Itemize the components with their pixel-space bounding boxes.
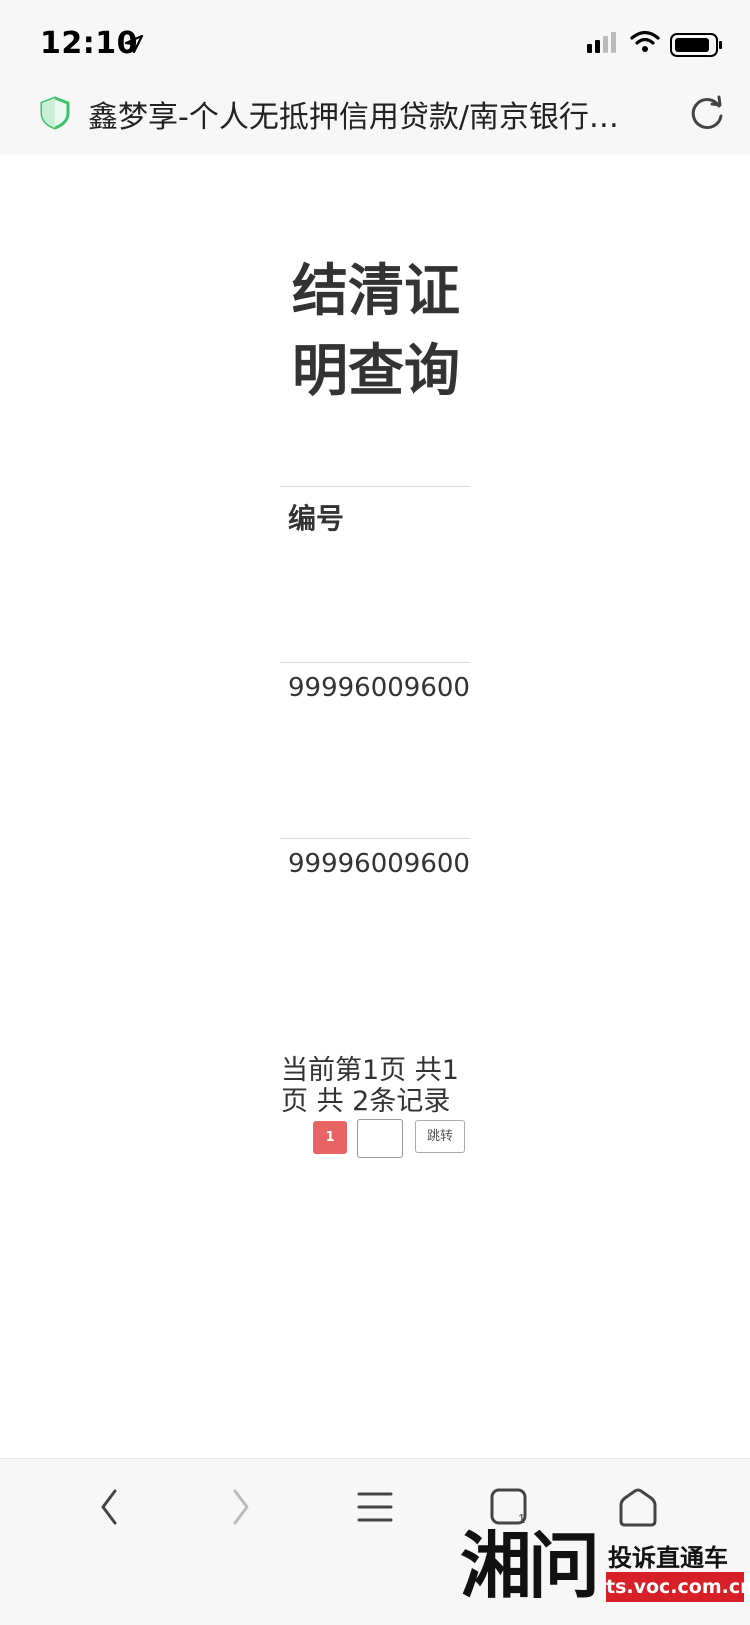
heading-line-1: 结清证 bbox=[292, 259, 460, 324]
signal-icon bbox=[587, 32, 616, 53]
refresh-icon[interactable] bbox=[688, 94, 726, 132]
records-table: 编号 99996009600089 99996009600089 bbox=[280, 486, 470, 1014]
jump-button[interactable]: 跳转 bbox=[415, 1120, 465, 1153]
back-icon[interactable] bbox=[97, 1487, 121, 1527]
menu-icon[interactable] bbox=[357, 1487, 393, 1527]
home-icon[interactable] bbox=[617, 1487, 659, 1529]
table-header-cell: 编号 bbox=[280, 486, 470, 662]
battery-icon bbox=[670, 33, 722, 57]
table-row: 99996009600089 bbox=[280, 662, 470, 838]
page-1-button[interactable]: 1 bbox=[313, 1121, 347, 1154]
location-arrow-icon bbox=[124, 34, 144, 54]
wifi-icon bbox=[630, 30, 660, 52]
watermark-url: ts.voc.com.cn bbox=[606, 1572, 750, 1602]
shield-icon bbox=[40, 96, 70, 130]
table-row: 99996009600089 bbox=[280, 838, 470, 1014]
pager-info: 当前第1页 共1页 共 2条记录 bbox=[281, 1055, 459, 1117]
heading-line-2: 明查询 bbox=[292, 339, 460, 404]
watermark-logo-text: 湘问 bbox=[460, 1524, 600, 1608]
page-title[interactable]: 鑫梦享-个人无抵押信用贷款/南京银行… bbox=[88, 92, 673, 136]
forward-icon[interactable] bbox=[229, 1487, 253, 1527]
browser-top-bar: 12:10 鑫梦享-个人无抵押信用贷款/南京银行… bbox=[0, 0, 750, 155]
tabs-icon[interactable]: 1 bbox=[489, 1487, 529, 1527]
page-jump-input[interactable] bbox=[357, 1119, 403, 1158]
page-heading: 结清证 明查询 bbox=[292, 252, 492, 412]
watermark-logo: 湘问 投诉直通车 ts.voc.com.cn bbox=[458, 1526, 750, 1624]
watermark-tagline: 投诉直通车 bbox=[608, 1544, 728, 1572]
